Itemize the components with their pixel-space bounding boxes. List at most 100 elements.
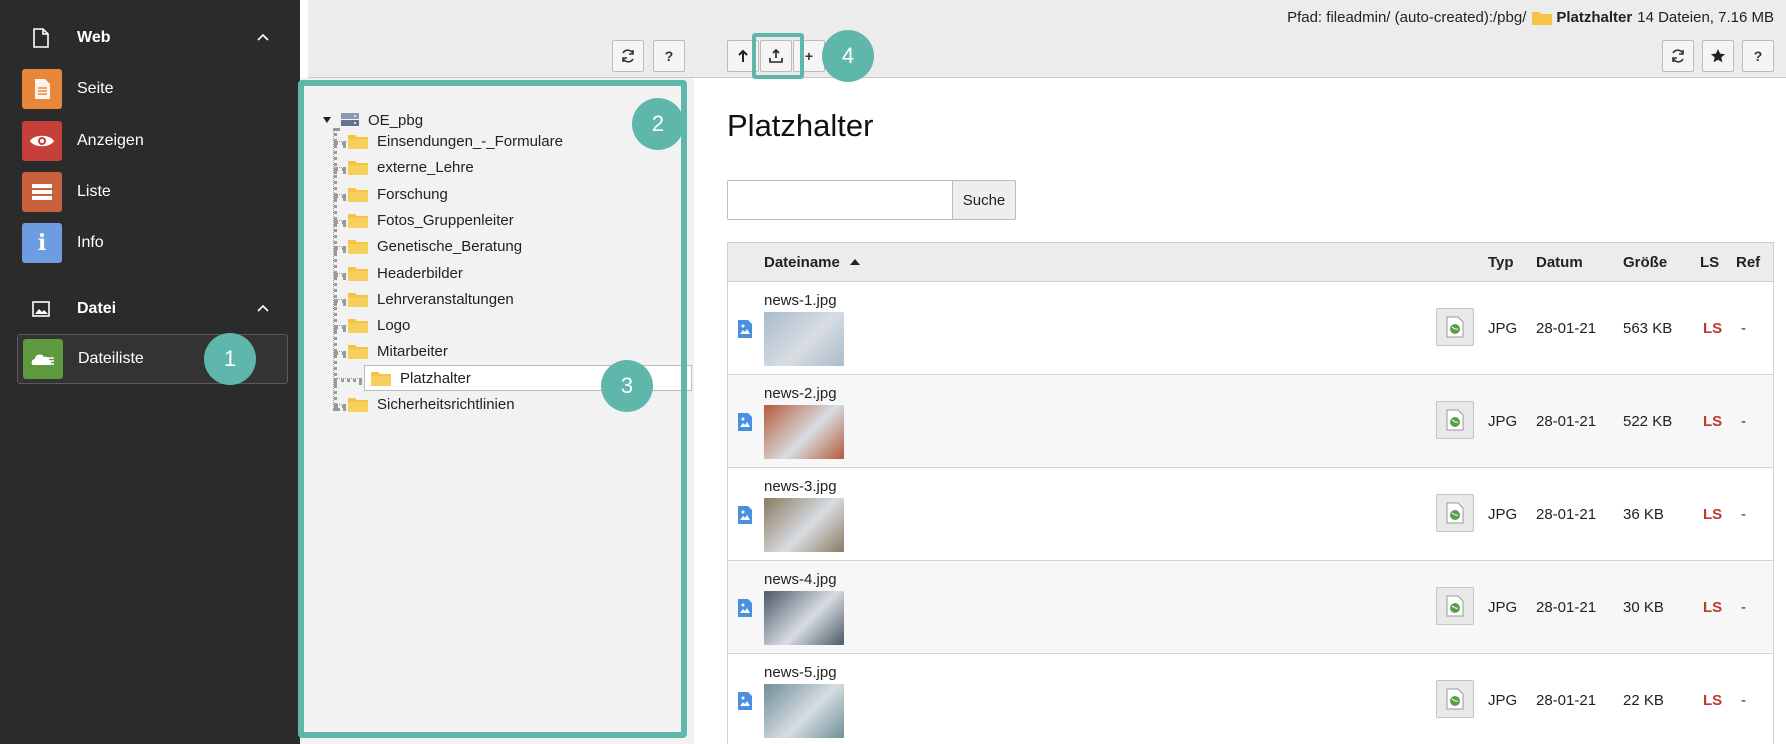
folder-icon (348, 134, 368, 149)
column-header-ls: LS (1700, 253, 1720, 271)
web-view-icon (1446, 595, 1464, 617)
page-title: Platzhalter (727, 108, 874, 143)
column-header-size[interactable]: Größe (1623, 243, 1667, 281)
tree-folder-item[interactable]: Einsendungen_-_Formulare (348, 129, 563, 153)
tree-folder-item[interactable]: Mitarbeiter (348, 339, 448, 363)
tree-folder-item[interactable]: externe_Lehre (348, 155, 474, 179)
sort-ascending-icon (849, 259, 860, 265)
main-refresh-button[interactable] (1662, 40, 1694, 72)
file-thumbnail[interactable] (764, 591, 844, 645)
module-item-seite[interactable]: Seite (17, 64, 288, 114)
chevron-up-icon[interactable] (254, 28, 272, 46)
image-file-icon[interactable] (737, 692, 753, 710)
file-name-link[interactable]: news-1.jpg (764, 292, 837, 309)
table-row[interactable]: news-2.jpg JPG 28-01-21 522 KB LS - (727, 375, 1774, 468)
chevron-up-icon[interactable] (254, 299, 272, 317)
folder-icon (348, 239, 368, 254)
tree-refresh-button[interactable] (612, 40, 644, 72)
file-ref: - (1741, 412, 1746, 430)
callout-badge-2: 2 (632, 98, 684, 150)
table-row[interactable]: news-3.jpg JPG 28-01-21 36 KB LS - (727, 468, 1774, 561)
folder-icon (348, 318, 368, 333)
module-item-info[interactable]: i Info (17, 218, 288, 268)
tree-root[interactable]: OE_pbg (323, 111, 423, 129)
file-type: JPG (1488, 598, 1518, 616)
view-in-browser-button[interactable] (1436, 587, 1474, 625)
file-thumbnail[interactable] (764, 684, 844, 738)
tree-folder-item[interactable]: Sicherheitsrichtlinien (348, 392, 515, 416)
tree-folder-label: Mitarbeiter (377, 342, 448, 360)
image-file-icon[interactable] (737, 320, 753, 338)
tree-folder-item[interactable]: Fotos_Gruppenleiter (348, 208, 514, 232)
image-file-icon[interactable] (737, 506, 753, 524)
ls-link[interactable]: LS (1703, 654, 1722, 744)
view-in-browser-button[interactable] (1436, 494, 1474, 532)
module-item-anzeigen[interactable]: Anzeigen (17, 116, 288, 166)
file-thumbnail[interactable] (764, 312, 844, 366)
folder-icon (1532, 11, 1553, 25)
file-name-link[interactable]: news-2.jpg (764, 385, 837, 402)
module-group-label: Datei (77, 300, 117, 317)
search-input[interactable] (727, 180, 953, 220)
tree-folder-label: Sicherheitsrichtlinien (377, 395, 515, 413)
search-button[interactable]: Suche (952, 180, 1016, 220)
module-group-web[interactable]: Web (0, 18, 300, 58)
column-header-type[interactable]: Typ (1488, 243, 1514, 281)
file-size: 36 KB (1623, 505, 1664, 523)
tree-folder-item[interactable]: Headerbilder (348, 261, 463, 285)
image-file-icon[interactable] (737, 413, 753, 431)
tree-folder-label: Genetische_Beratung (377, 237, 523, 255)
main-help-button[interactable]: ? (1742, 40, 1774, 72)
table-row[interactable]: news-4.jpg JPG 28-01-21 30 KB LS - (727, 561, 1774, 654)
file-size: 30 KB (1623, 598, 1664, 616)
module-item-label: Info (77, 234, 104, 251)
file-ref: - (1741, 691, 1746, 709)
view-in-browser-button[interactable] (1436, 680, 1474, 718)
module-item-label: Dateiliste (78, 350, 144, 367)
file-name-link[interactable]: news-4.jpg (764, 571, 837, 588)
file-thumbnail[interactable] (764, 498, 844, 552)
file-size: 563 KB (1623, 319, 1673, 337)
tree-folder-label: Einsendungen_-_Formulare (377, 132, 563, 150)
file-name-link[interactable]: news-3.jpg (764, 478, 837, 495)
ls-link[interactable]: LS (1703, 468, 1722, 560)
tree-folder-label: Platzhalter (400, 369, 471, 387)
tree-folder-item[interactable]: Genetische_Beratung (348, 234, 522, 258)
table-row[interactable]: news-1.jpg JPG 28-01-21 563 KB LS - (727, 282, 1774, 375)
ls-link[interactable]: LS (1703, 375, 1722, 467)
web-view-icon (1446, 316, 1464, 338)
tree-toolbar: ? (308, 0, 694, 78)
ls-link[interactable]: LS (1703, 561, 1722, 653)
path-current-folder: Platzhalter (1556, 9, 1633, 26)
page-module-icon (22, 69, 62, 109)
table-row[interactable]: news-5.jpg JPG 28-01-21 22 KB LS - (727, 654, 1774, 744)
file-name-link[interactable]: news-5.jpg (764, 664, 837, 681)
folder-icon (348, 292, 368, 307)
up-arrow-icon (738, 49, 748, 62)
module-item-liste[interactable]: Liste (17, 167, 288, 217)
module-group-datei[interactable]: Datei (0, 289, 300, 329)
folder-icon (348, 160, 368, 175)
bookmark-button[interactable] (1702, 40, 1734, 72)
image-file-icon[interactable] (737, 599, 753, 617)
tree-folder-item[interactable]: Lehrveranstaltungen (348, 287, 514, 311)
file-date: 28-01-21 (1536, 319, 1597, 337)
tree-help-button[interactable]: ? (653, 40, 685, 72)
refresh-icon (622, 49, 634, 63)
callout-badge-1: 1 (204, 333, 256, 385)
file-type: JPG (1488, 319, 1518, 337)
file-ref: - (1741, 319, 1746, 337)
ls-link[interactable]: LS (1703, 282, 1722, 374)
column-header-name[interactable]: Dateiname (764, 243, 860, 281)
tree-folder-item[interactable]: Logo (348, 313, 410, 337)
tree-folder-item[interactable]: Forschung (348, 182, 448, 206)
caret-down-icon[interactable] (323, 116, 331, 124)
view-in-browser-button[interactable] (1436, 401, 1474, 439)
column-header-date[interactable]: Datum (1536, 243, 1583, 281)
folder-icon (348, 344, 368, 359)
web-view-icon (1446, 409, 1464, 431)
tree-folder-label: Fotos_Gruppenleiter (377, 211, 514, 229)
view-in-browser-button[interactable] (1436, 308, 1474, 346)
tree-folder-label: Headerbilder (377, 264, 463, 282)
file-thumbnail[interactable] (764, 405, 844, 459)
